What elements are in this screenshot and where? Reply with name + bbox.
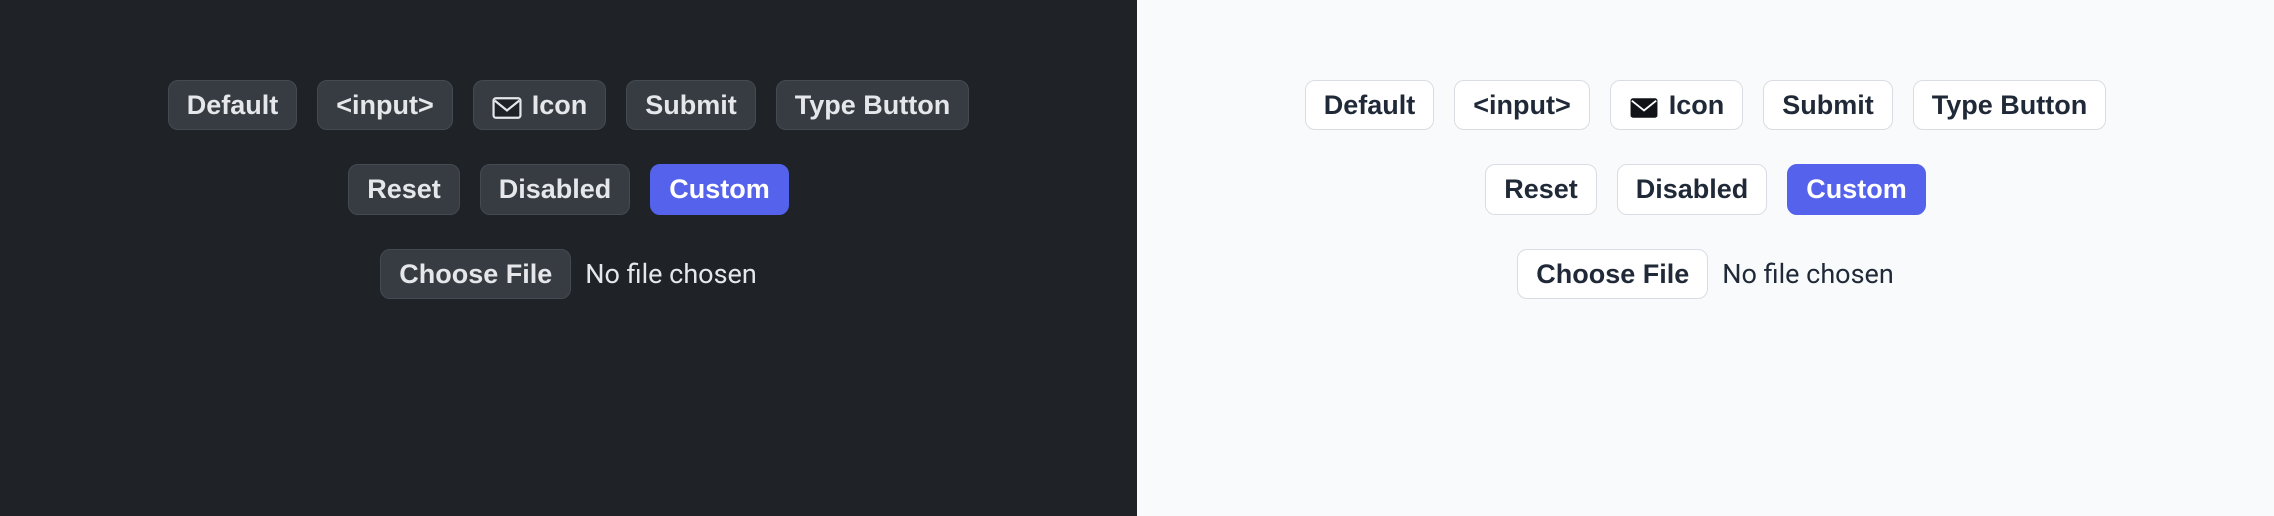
disabled-button: Disabled <box>480 164 631 214</box>
input-button[interactable]: <input> <box>1454 80 1590 130</box>
type-button[interactable]: Type Button <box>776 80 969 130</box>
icon-button[interactable]: Icon <box>473 80 607 130</box>
disabled-button: Disabled <box>1617 164 1768 214</box>
icon-button-label: Icon <box>532 89 588 121</box>
file-input-row: Choose File No file chosen <box>380 249 757 299</box>
default-button[interactable]: Default <box>1305 80 1435 130</box>
choose-file-button[interactable]: Choose File <box>380 249 571 299</box>
type-button[interactable]: Type Button <box>1913 80 2106 130</box>
input-button[interactable]: <input> <box>317 80 453 130</box>
envelope-icon <box>1629 94 1659 116</box>
choose-file-button[interactable]: Choose File <box>1517 249 1708 299</box>
button-row-2: Reset Disabled Custom <box>1485 164 1926 214</box>
submit-button[interactable]: Submit <box>626 80 756 130</box>
button-row-1: Default <input> Icon Submit Type Button <box>1305 80 2107 130</box>
reset-button[interactable]: Reset <box>1485 164 1597 214</box>
custom-button[interactable]: Custom <box>1787 164 1926 214</box>
file-status-text: No file chosen <box>585 258 756 290</box>
panel-light: Default <input> Icon Submit Type Button … <box>1137 0 2274 516</box>
button-row-1: Default <input> Icon Submit Type Button <box>168 80 970 130</box>
icon-button-label: Icon <box>1669 89 1725 121</box>
panel-dark: Default <input> Icon Submit Type Button … <box>0 0 1137 516</box>
button-row-2: Reset Disabled Custom <box>348 164 789 214</box>
file-input-row: Choose File No file chosen <box>1517 249 1894 299</box>
file-status-text: No file chosen <box>1722 258 1893 290</box>
reset-button[interactable]: Reset <box>348 164 460 214</box>
default-button[interactable]: Default <box>168 80 298 130</box>
envelope-icon <box>492 94 522 116</box>
submit-button[interactable]: Submit <box>1763 80 1893 130</box>
custom-button[interactable]: Custom <box>650 164 789 214</box>
icon-button[interactable]: Icon <box>1610 80 1744 130</box>
